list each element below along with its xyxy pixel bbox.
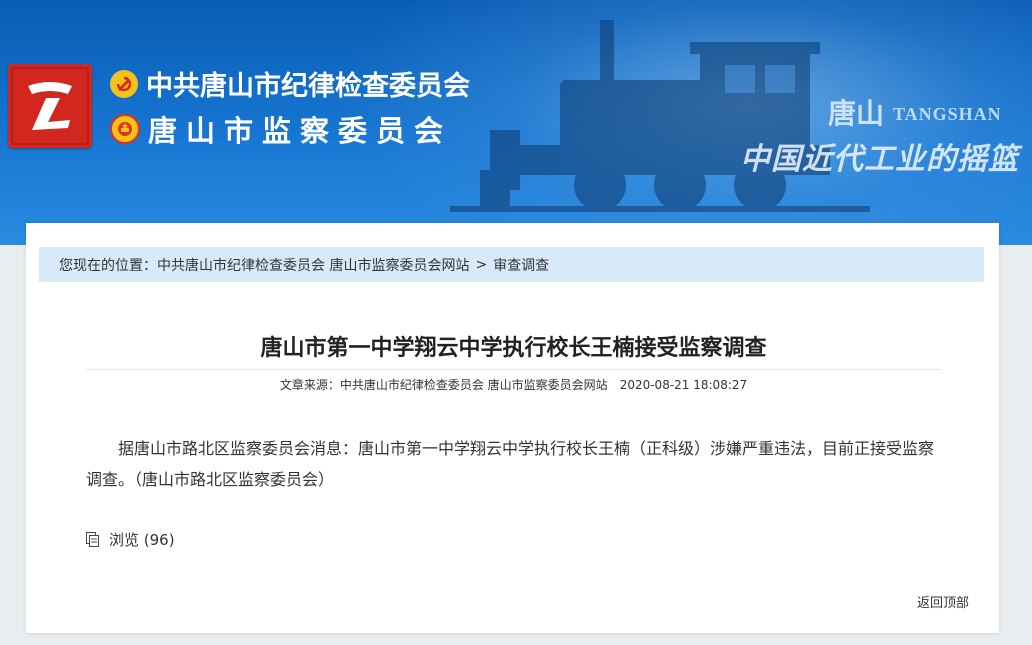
breadcrumb-link-site[interactable]: 中共唐山市纪律检查委员会 唐山市监察委员会网站 — [157, 255, 469, 275]
tangshan-red-logo-icon[interactable] — [8, 64, 92, 148]
train-silhouette-image — [450, 20, 870, 212]
title-divider — [86, 369, 941, 370]
breadcrumb-label: 您现在的位置： — [59, 257, 157, 274]
article-meta: 文章来源：中共唐山市纪律检查委员会 唐山市监察委员会网站 2020-08-21 1… — [86, 376, 941, 393]
header-banner: 中共唐山市纪律检查委员会 唐山市监察委员会 唐山 TANGSHAN 中国近代工业… — [0, 0, 1032, 245]
source-value: 中共唐山市纪律检查委员会 唐山市监察委员会网站 — [339, 378, 608, 392]
article-body: 据唐山市路北区监察委员会消息：唐山市第一中学翔云中学执行校长王楠（正科级）涉嫌严… — [86, 439, 935, 489]
national-emblem-icon — [110, 114, 140, 144]
article-card: 您现在的位置： 中共唐山市纪律检查委员会 唐山市监察委员会网站 > 审查调查 唐… — [26, 223, 999, 633]
brand-slogan: 中国近代工业的摇篮 — [740, 142, 1019, 177]
breadcrumb-separator: > — [475, 256, 488, 273]
view-count: 浏览 (96) — [86, 529, 175, 550]
back-to-top-link[interactable]: 返回顶部 — [917, 592, 969, 611]
brand-city-en: TANGSHAN — [893, 104, 1002, 124]
breadcrumb: 您现在的位置： 中共唐山市纪律检查委员会 唐山市监察委员会网站 > 审查调查 — [39, 247, 984, 282]
document-copy-icon — [86, 531, 100, 548]
view-count-label: 浏览 (96) — [109, 531, 175, 549]
org-name-2: 唐山市监察委员会 — [148, 114, 453, 148]
org-name-supervision: 唐山市监察委员会 — [110, 108, 452, 150]
source-label: 文章来源： — [279, 378, 340, 392]
publish-date: 2020-08-21 18:08:27 — [619, 378, 748, 392]
org-name-1: 中共唐山市纪律检查委员会 — [146, 71, 470, 102]
party-emblem-icon — [110, 69, 138, 98]
breadcrumb-link-section[interactable]: 审查调查 — [493, 255, 549, 275]
article-title: 唐山市第一中学翔云中学执行校长王楠接受监察调查 — [260, 336, 767, 361]
org-name-discipline: 中共唐山市纪律检查委员会 — [110, 64, 470, 103]
brand-city: 唐山 — [828, 97, 885, 130]
